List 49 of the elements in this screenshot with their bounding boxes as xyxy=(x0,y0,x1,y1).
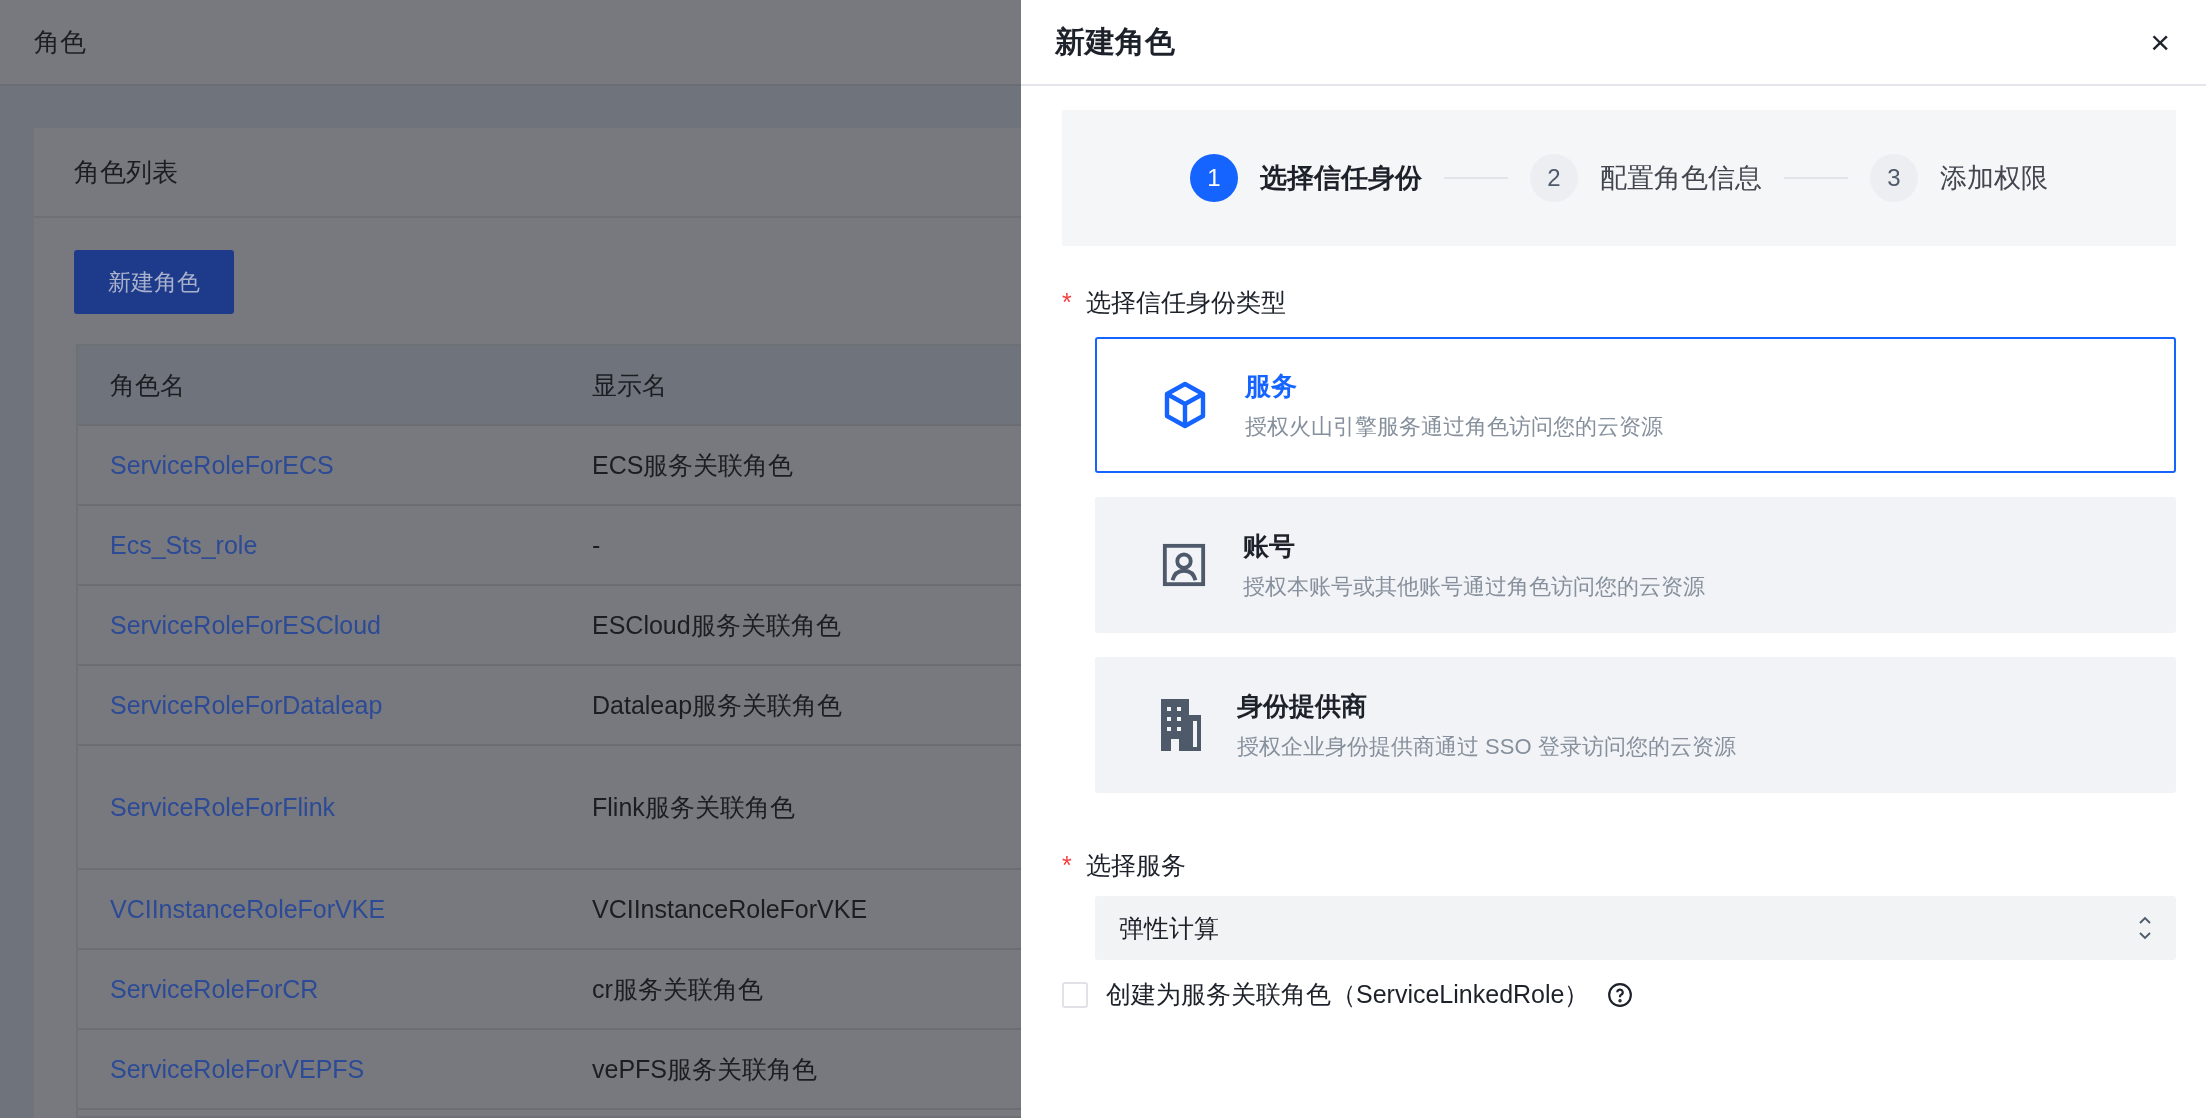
column-header: 显示名 xyxy=(592,369,668,401)
step-label: 选择信任身份 xyxy=(1260,162,1422,195)
option-description: 授权火山引擎服务通过角色访问您的云资源 xyxy=(1245,412,1663,441)
step-number: 1 xyxy=(1190,154,1238,202)
checkbox-label: 创建为服务关联角色（ServiceLinkedRole） xyxy=(1106,979,1590,1010)
role-name-link[interactable]: ServiceRoleForFlink xyxy=(110,792,336,821)
option-description: 授权企业身份提供商通过 SSO 登录访问您的云资源 xyxy=(1237,732,1736,761)
user-icon xyxy=(1161,542,1207,588)
building-icon xyxy=(1161,699,1201,751)
step-number: 3 xyxy=(1870,154,1918,202)
table-cell: ESCloud服务关联角色 xyxy=(592,610,841,639)
help-icon xyxy=(1607,981,1634,1008)
field-label: 选择信任身份类型 xyxy=(1085,287,1286,318)
table-cell: - xyxy=(592,530,601,559)
step-label: 添加权限 xyxy=(1940,162,2048,195)
checkbox[interactable] xyxy=(1062,981,1088,1008)
role-name-link[interactable]: ServiceRoleForCR xyxy=(110,974,319,1003)
required-mark: * xyxy=(1062,288,1072,317)
field-label: 选择服务 xyxy=(1085,850,1186,881)
table-cell: Flink服务关联角色 xyxy=(592,792,795,821)
drawer-title: 新建角色 xyxy=(1055,23,1175,60)
trust-type-option[interactable]: 账号 授权本账号或其他账号通过角色访问您的云资源 xyxy=(1095,497,2176,633)
option-title: 身份提供商 xyxy=(1237,689,1368,723)
service-select[interactable]: 弹性计算 xyxy=(1095,896,2176,960)
close-button[interactable]: × xyxy=(2144,25,2176,59)
table-cell: vePFS服务关联角色 xyxy=(592,1054,818,1083)
column-header: 角色名 xyxy=(110,369,186,401)
role-name-link[interactable]: ServiceRoleForESCloud xyxy=(110,610,381,639)
trust-type-option[interactable]: 服务 授权火山引擎服务通过角色访问您的云资源 xyxy=(1095,337,2176,473)
table-cell: VCIInstanceRoleForVKE xyxy=(592,894,868,923)
page-title: 角色 xyxy=(34,25,86,59)
step-label: 配置角色信息 xyxy=(1600,162,1762,195)
role-name-link[interactable]: ServiceRoleForECS xyxy=(110,450,334,479)
table-cell: Dataleap服务关联角色 xyxy=(592,690,843,719)
role-name-link[interactable]: ServiceRoleForDataleap xyxy=(110,690,383,719)
sort-caret-icon xyxy=(2138,915,2152,941)
role-name-link[interactable]: VCIInstanceRoleForVKE xyxy=(110,894,386,923)
required-mark: * xyxy=(1062,851,1072,880)
card-title: 角色列表 xyxy=(74,155,178,189)
option-description: 授权本账号或其他账号通过角色访问您的云资源 xyxy=(1243,572,1705,601)
option-title: 账号 xyxy=(1243,529,1296,563)
option-title: 服务 xyxy=(1245,369,1298,403)
table-cell: ECS服务关联角色 xyxy=(592,450,794,479)
table-cell: cr服务关联角色 xyxy=(592,974,763,1003)
step-number: 2 xyxy=(1530,154,1578,202)
role-name-link[interactable]: Ecs_Sts_role xyxy=(110,530,258,559)
trust-type-option[interactable]: 身份提供商 授权企业身份提供商通过 SSO 登录访问您的云资源 xyxy=(1095,657,2176,793)
create-role-button[interactable]: 新建角色 xyxy=(74,250,234,314)
role-name-link[interactable]: ServiceRoleForVEPFS xyxy=(110,1054,365,1083)
